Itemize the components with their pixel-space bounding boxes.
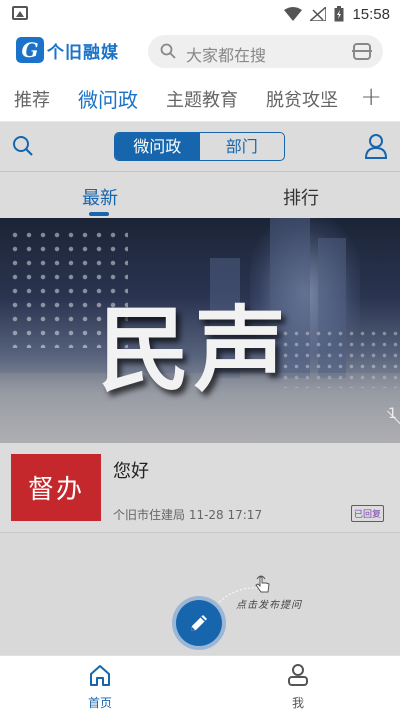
list-item[interactable]: 督办 您好 个旧市住建局 11-28 17:17 已回复 xyxy=(0,443,400,533)
battery-icon xyxy=(334,6,344,22)
clock: 15:58 xyxy=(352,5,390,23)
image-notification-icon xyxy=(12,6,28,20)
publish-question-button[interactable] xyxy=(176,600,222,646)
item-meta: 个旧市住建局 11-28 17:17 xyxy=(113,508,263,522)
search-icon xyxy=(160,43,176,59)
channel-tab-recommend[interactable]: 推荐 xyxy=(14,86,50,112)
signal-icon xyxy=(310,7,327,21)
banner-title: 民声 xyxy=(98,296,291,404)
user-icon[interactable] xyxy=(364,133,388,159)
logo-text: 个旧融媒 xyxy=(47,42,119,63)
segment-department[interactable]: 部门 xyxy=(200,133,285,160)
tab-ranking[interactable]: 排行 xyxy=(283,184,319,210)
segment-control: 微问政 部门 xyxy=(114,132,285,161)
app-logo: G 个旧融媒 xyxy=(16,37,119,63)
wenzheng-toolbar: 微问政 部门 xyxy=(0,122,400,172)
home-icon xyxy=(90,665,110,686)
bottom-navigation: 首页 我 xyxy=(0,655,400,711)
pen-icon xyxy=(191,615,207,631)
add-channel-icon[interactable]: + xyxy=(360,82,382,112)
search-placeholder: 大家都在搜 xyxy=(186,46,267,65)
item-title: 您好 xyxy=(113,461,149,482)
wenzheng-panel: 微问政 部门 最新 排行 民声 1 1 督办 您好 个旧市住建局 11-28 1… xyxy=(0,122,400,655)
search-icon[interactable] xyxy=(12,135,34,157)
tab-latest[interactable]: 最新 xyxy=(82,184,118,210)
nav-home-label: 首页 xyxy=(87,696,112,710)
nav-home[interactable]: 首页 xyxy=(70,664,130,711)
app-header: G 个旧融媒 大家都在搜 xyxy=(0,27,400,77)
status-badge: 已回复 xyxy=(350,505,384,522)
channel-tab-wenzheng[interactable]: 微问政 xyxy=(78,84,138,113)
channel-tab-poverty[interactable]: 脱贫攻坚 xyxy=(266,86,338,112)
segment-wenzheng[interactable]: 微问政 xyxy=(115,133,200,160)
tab-indicator xyxy=(89,212,109,216)
status-bar: 15:58 xyxy=(0,0,400,27)
status-icons: 15:58 xyxy=(284,4,390,24)
nav-me[interactable]: 我 xyxy=(268,664,328,711)
profile-icon xyxy=(288,664,308,686)
nav-me-label: 我 xyxy=(291,696,304,710)
channel-tabs: 推荐 微问政 主题教育 脱贫攻坚 + xyxy=(0,77,400,122)
scan-icon[interactable] xyxy=(352,43,372,60)
supervise-badge: 督办 xyxy=(11,454,101,521)
logo-mark: G xyxy=(16,37,44,63)
wifi-icon xyxy=(284,7,303,21)
channel-tab-theme-education[interactable]: 主题教育 xyxy=(166,86,238,112)
sub-tabs: 最新 排行 xyxy=(0,172,400,218)
search-bar[interactable]: 大家都在搜 xyxy=(148,35,383,68)
banner-carousel[interactable]: 民声 1 1 xyxy=(0,218,400,443)
tap-hand-icon xyxy=(255,575,270,593)
publish-hint: 点击发布提问 xyxy=(236,600,302,611)
